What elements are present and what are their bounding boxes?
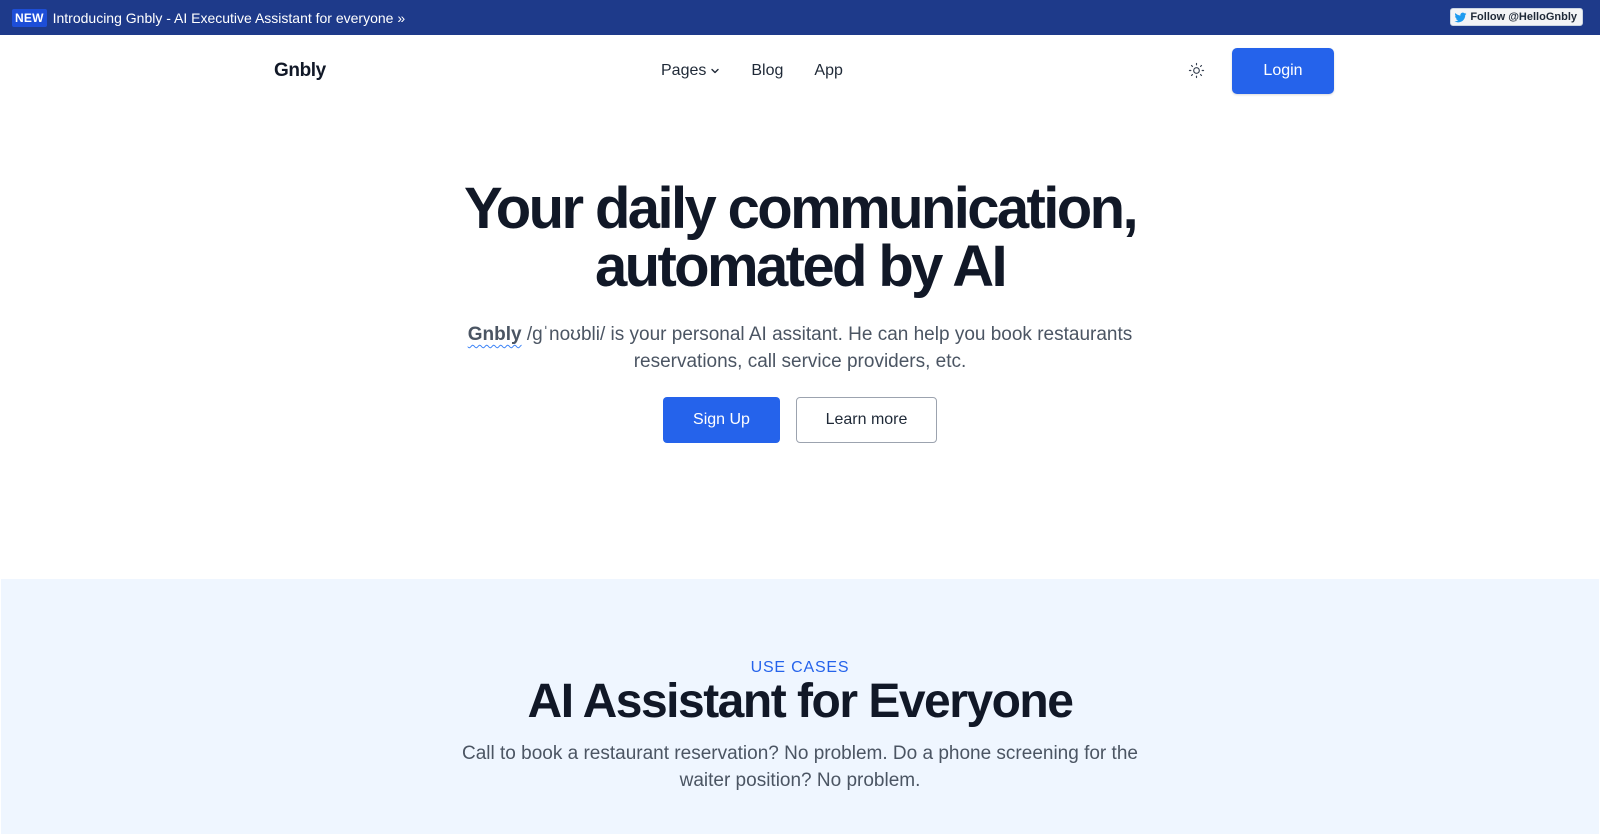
hero-brand-word: Gnbly (467, 324, 522, 345)
hero-title-line2: automated by AI (594, 234, 1008, 299)
hero-subtitle: Gnbly /gˈnoʊbli/ is your personal AI ass… (440, 321, 1160, 375)
hero-cta-group: Sign Up Learn more (663, 397, 937, 443)
sun-icon[interactable] (1188, 62, 1205, 79)
sign-up-button[interactable]: Sign Up (663, 397, 780, 443)
use-cases-section: USE CASES AI Assistant for Everyone Call… (1, 579, 1599, 834)
use-cases-subtitle: Call to book a restaurant reservation? N… (462, 743, 1138, 791)
login-button[interactable]: Login (1232, 48, 1334, 94)
twitter-follow-button[interactable]: Follow @HelloGnbly (1450, 8, 1583, 26)
hero-title-line1: Your daily communication, (464, 176, 1139, 241)
chevron-down-icon (711, 68, 720, 74)
announcement-link[interactable]: NEW Introducing Gnbly - AI Executive Ass… (12, 9, 405, 27)
hero-title: Your daily communication, automated by A… (0, 180, 1600, 296)
new-badge: NEW (12, 9, 47, 27)
brand-logo[interactable]: Gnbly (274, 60, 326, 82)
announcement-bar: NEW Introducing Gnbly - AI Executive Ass… (0, 0, 1600, 35)
main-nav: Pages Blog App (661, 62, 843, 80)
nav-item-pages[interactable]: Pages (661, 62, 720, 80)
hero-subtitle-text: /gˈnoʊbli/ is your personal AI assitant.… (521, 324, 1133, 372)
nav-label-app: App (814, 62, 843, 79)
nav-item-app[interactable]: App (814, 62, 842, 80)
nav-label-pages: Pages (661, 62, 707, 79)
use-cases-title: AI Assistant for Everyone (527, 675, 1074, 728)
learn-more-button[interactable]: Learn more (796, 397, 937, 443)
follow-label: Follow @HelloGnbly (1470, 11, 1577, 23)
nav-label-blog: Blog (751, 62, 784, 79)
twitter-icon (1454, 12, 1467, 22)
announcement-text: Introducing Gnbly - AI Executive Assista… (52, 10, 406, 26)
nav-item-blog[interactable]: Blog (751, 62, 783, 80)
